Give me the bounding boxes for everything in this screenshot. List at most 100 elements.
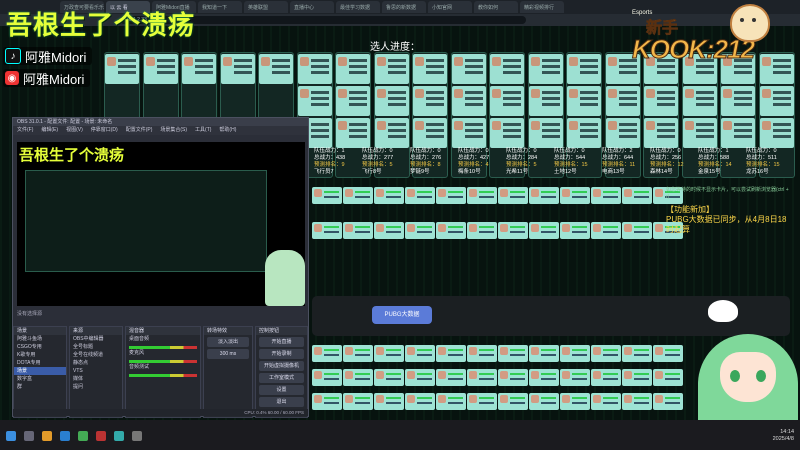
browser-tab[interactable]: 教你如何 (474, 1, 518, 13)
player-card[interactable] (605, 86, 640, 116)
obs-menu-item[interactable]: 停靠窗口(D) (91, 126, 118, 135)
transition-select[interactable]: 淡入淡出 (207, 337, 249, 347)
player-card[interactable] (467, 369, 497, 386)
player-card[interactable] (467, 187, 497, 204)
player-card[interactable] (560, 345, 590, 362)
duration-field[interactable]: 300 ms (207, 349, 249, 359)
player-card[interactable] (528, 54, 563, 84)
player-card[interactable] (622, 369, 652, 386)
scene-item[interactable]: DOTA专用 (14, 359, 66, 367)
obs-menu-item[interactable]: 视图(V) (66, 126, 83, 135)
obs-preview[interactable]: 吾根生了个溃疡 (17, 142, 305, 306)
player-card[interactable] (451, 86, 486, 116)
player-card[interactable] (312, 345, 342, 362)
player-card[interactable] (528, 118, 563, 148)
player-card[interactable] (682, 118, 717, 148)
browser-tab[interactable]: 小知官网 (428, 1, 472, 13)
player-card[interactable] (490, 54, 524, 84)
player-card[interactable] (591, 369, 621, 386)
scene-item[interactable]: 阿雅斗鱼场 (14, 335, 66, 343)
player-card[interactable] (405, 222, 435, 239)
folder-icon[interactable] (42, 431, 52, 441)
exit-button[interactable]: 退出 (259, 397, 304, 407)
player-card[interactable] (682, 86, 717, 116)
player-card[interactable] (312, 187, 342, 204)
player-card[interactable] (653, 393, 683, 410)
player-card[interactable] (343, 369, 373, 386)
player-card[interactable] (653, 369, 683, 386)
player-card[interactable] (336, 54, 370, 84)
player-card[interactable] (220, 54, 255, 84)
player-card[interactable] (498, 369, 528, 386)
source-item[interactable]: 全号在线频道 (70, 351, 122, 359)
browser-tab[interactable]: 鲁思的新数据 (382, 1, 426, 13)
obs-icon[interactable] (132, 431, 142, 441)
player-card[interactable] (644, 118, 678, 148)
obs-menu-item[interactable]: 场景集合(S) (160, 126, 187, 135)
player-card[interactable] (374, 54, 409, 84)
settings-button[interactable]: 设置 (259, 385, 304, 395)
player-card[interactable] (759, 54, 794, 84)
player-card[interactable] (405, 187, 435, 204)
player-card[interactable] (312, 369, 342, 386)
player-card[interactable] (413, 86, 447, 116)
source-item[interactable]: OBS中编辑器 (70, 335, 122, 343)
source-item[interactable]: VTS (70, 367, 122, 375)
scene-item[interactable]: K歌专用 (14, 351, 66, 359)
player-card[interactable] (622, 393, 652, 410)
app-icon[interactable] (114, 431, 124, 441)
browser-tab[interactable]: 精彩视频排行 (520, 1, 564, 13)
obs-menu-item[interactable]: 工具(T) (195, 126, 211, 135)
player-card[interactable] (413, 118, 447, 148)
player-card[interactable] (436, 369, 466, 386)
player-card[interactable] (560, 187, 590, 204)
player-card[interactable] (605, 118, 640, 148)
player-card[interactable] (498, 393, 528, 410)
scene-item[interactable]: 群 (14, 383, 66, 391)
player-card[interactable] (721, 86, 755, 116)
source-item[interactable]: 提问 (70, 383, 122, 391)
player-card[interactable] (467, 222, 497, 239)
player-card[interactable] (591, 222, 621, 239)
scene-item[interactable]: 数字盒 (14, 375, 66, 383)
player-card[interactable] (591, 393, 621, 410)
obs-menu-item[interactable]: 配置文件(P) (126, 126, 153, 135)
player-card[interactable] (529, 393, 559, 410)
player-card[interactable] (467, 393, 497, 410)
player-card[interactable] (644, 86, 678, 116)
player-card[interactable] (436, 187, 466, 204)
player-card[interactable] (622, 187, 652, 204)
player-card[interactable] (528, 86, 563, 116)
obs-menu-item[interactable]: 编辑(E) (41, 126, 58, 135)
player-card[interactable] (451, 118, 486, 148)
player-card[interactable] (105, 54, 139, 84)
edge-icon[interactable] (60, 431, 70, 441)
search-icon[interactable] (24, 431, 34, 441)
player-card[interactable] (529, 345, 559, 362)
player-card[interactable] (591, 187, 621, 204)
obs-menu-item[interactable]: 文件(F) (17, 126, 33, 135)
player-card[interactable] (529, 369, 559, 386)
player-card[interactable] (490, 118, 524, 148)
player-card[interactable] (529, 187, 559, 204)
player-card[interactable] (529, 222, 559, 239)
player-card[interactable] (374, 393, 404, 410)
player-card[interactable] (374, 118, 409, 148)
player-card[interactable] (567, 118, 601, 148)
player-card[interactable] (405, 393, 435, 410)
player-card[interactable] (259, 54, 293, 84)
player-card[interactable] (591, 345, 621, 362)
player-card[interactable] (567, 54, 601, 84)
player-card[interactable] (622, 222, 652, 239)
scene-item[interactable]: 场景 (14, 367, 66, 375)
app-icon[interactable] (78, 431, 88, 441)
player-card[interactable] (297, 54, 332, 84)
player-card[interactable] (405, 345, 435, 362)
player-card[interactable] (498, 187, 528, 204)
player-card[interactable] (374, 345, 404, 362)
studio-mode-button[interactable]: 工作室模式 (259, 373, 304, 383)
player-card[interactable] (343, 187, 373, 204)
browser-tab[interactable]: 直播中心 (290, 1, 334, 13)
player-card[interactable] (653, 345, 683, 362)
virtual-camera-button[interactable]: 开始虚拟摄像机 (259, 361, 304, 371)
